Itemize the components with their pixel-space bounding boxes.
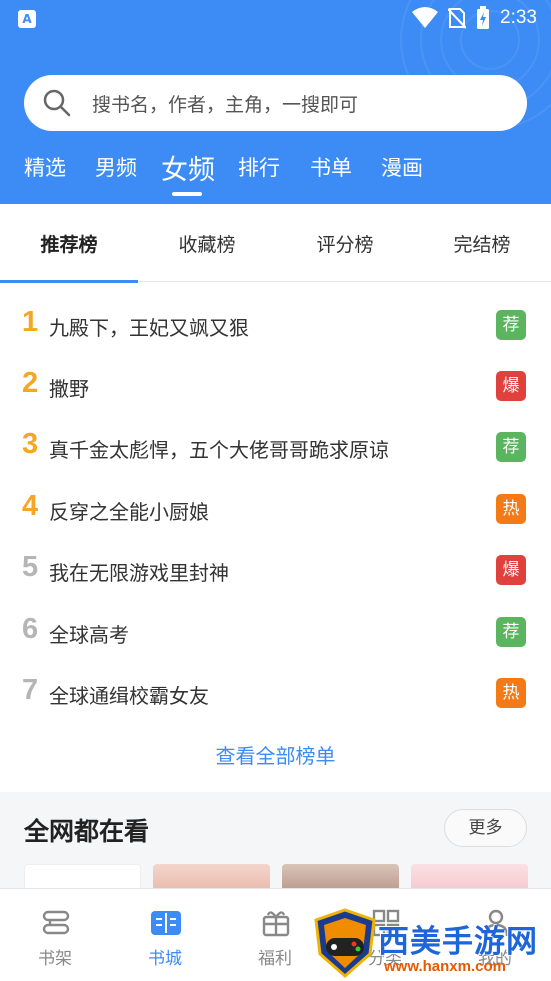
status-time: 2:33 (500, 7, 537, 28)
tab-comics[interactable]: 漫画 (381, 152, 423, 182)
app-notification-icon: A (18, 10, 36, 28)
ranking-row[interactable]: 3 真千金太彪悍，五个大佬哥哥跪求原谅 荐 (0, 416, 551, 476)
nav-bookshelf[interactable]: 书架 (0, 889, 110, 981)
book-badge: 荐 (496, 432, 526, 462)
watermark-text: 西美手游网 (378, 924, 538, 960)
book-badge: 荐 (496, 617, 526, 647)
trending-section: 全网都在看 更多 (0, 792, 551, 894)
status-bar: A 2:33 (0, 0, 551, 40)
book-badge: 爆 (496, 555, 526, 585)
no-sim-icon (448, 8, 467, 29)
book-title: 全球通缉校霸女友 (49, 684, 209, 708)
bookshelf-icon (42, 910, 70, 935)
ranking-tabs: 推荐榜 收藏榜 评分榜 完结榜 (0, 204, 551, 283)
tab-booklist[interactable]: 书单 (310, 152, 352, 182)
nav-bookstore[interactable]: 书城 (110, 889, 220, 981)
ranking-row[interactable]: 7 全球通缉校霸女友 热 (0, 662, 551, 722)
tab-completed-ranking[interactable]: 完结榜 (413, 204, 551, 282)
tab-recommended-ranking[interactable]: 推荐榜 (0, 204, 138, 282)
nav-label: 书城 (148, 949, 182, 969)
section-title: 全网都在看 (24, 817, 150, 846)
search-placeholder: 搜书名，作者，主角，一搜即可 (92, 93, 359, 116)
tab-featured[interactable]: 精选 (24, 152, 66, 182)
book-open-icon (151, 911, 181, 935)
ranking-row[interactable]: 2 撒野 爆 (0, 355, 551, 415)
gift-icon (262, 911, 290, 937)
rank-number: 3 (22, 428, 39, 460)
rank-number: 2 (22, 367, 39, 399)
top-tabs: 精选 男频 女频 排行 书单 漫画 (0, 148, 551, 198)
ranking-row[interactable]: 4 反穿之全能小厨娘 热 (0, 478, 551, 538)
tab-male[interactable]: 男频 (95, 152, 137, 182)
ranking-row[interactable]: 1 九殿下，王妃又飒又狠 荐 (0, 294, 551, 354)
nav-label: 书架 (38, 949, 72, 969)
rank-number: 7 (22, 674, 39, 706)
book-title: 反穿之全能小厨娘 (49, 500, 209, 524)
book-title: 真千金太彪悍，五个大佬哥哥跪求原谅 (49, 438, 389, 462)
book-badge: 荐 (496, 310, 526, 340)
active-tab-indicator (172, 192, 202, 196)
book-title: 九殿下，王妃又飒又狠 (49, 316, 249, 340)
rank-number: 6 (22, 613, 39, 645)
ranking-panel: 推荐榜 收藏榜 评分榜 完结榜 1 九殿下，王妃又飒又狠 荐 2 撒野 爆 3 … (0, 204, 551, 792)
battery-charging-icon (477, 6, 490, 29)
ranking-row[interactable]: 6 全球高考 荐 (0, 601, 551, 661)
book-badge: 爆 (496, 371, 526, 401)
tab-rating-ranking[interactable]: 评分榜 (276, 204, 414, 282)
tab-ranking[interactable]: 排行 (238, 152, 280, 182)
rank-number: 1 (22, 306, 39, 338)
watermark-url: www.hanxm.com (384, 958, 506, 975)
watermark: 西美手游网 www.hanxm.com (312, 908, 548, 980)
rank-number: 4 (22, 490, 39, 522)
book-badge: 热 (496, 678, 526, 708)
book-title: 我在无限游戏里封神 (49, 561, 229, 585)
rank-number: 5 (22, 551, 39, 583)
view-all-rankings-link[interactable]: 查看全部榜单 (0, 740, 551, 769)
search-icon (43, 89, 71, 117)
book-badge: 热 (496, 494, 526, 524)
book-title: 撒野 (49, 377, 89, 401)
wifi-icon (412, 7, 439, 28)
more-button[interactable]: 更多 (444, 809, 527, 847)
header: A 2:33 搜书名，作者，主角，一搜即可 精选 男频 女频 排行 书单 漫画 (0, 0, 551, 204)
tab-female[interactable]: 女频 (161, 148, 215, 187)
tab-favorites-ranking[interactable]: 收藏榜 (138, 204, 276, 282)
search-bar[interactable]: 搜书名，作者，主角，一搜即可 (24, 75, 527, 131)
gamepad-shield-logo (314, 908, 376, 978)
ranking-tab-underline (0, 280, 138, 283)
ranking-row[interactable]: 5 我在无限游戏里封神 爆 (0, 539, 551, 599)
book-title: 全球高考 (49, 623, 129, 647)
